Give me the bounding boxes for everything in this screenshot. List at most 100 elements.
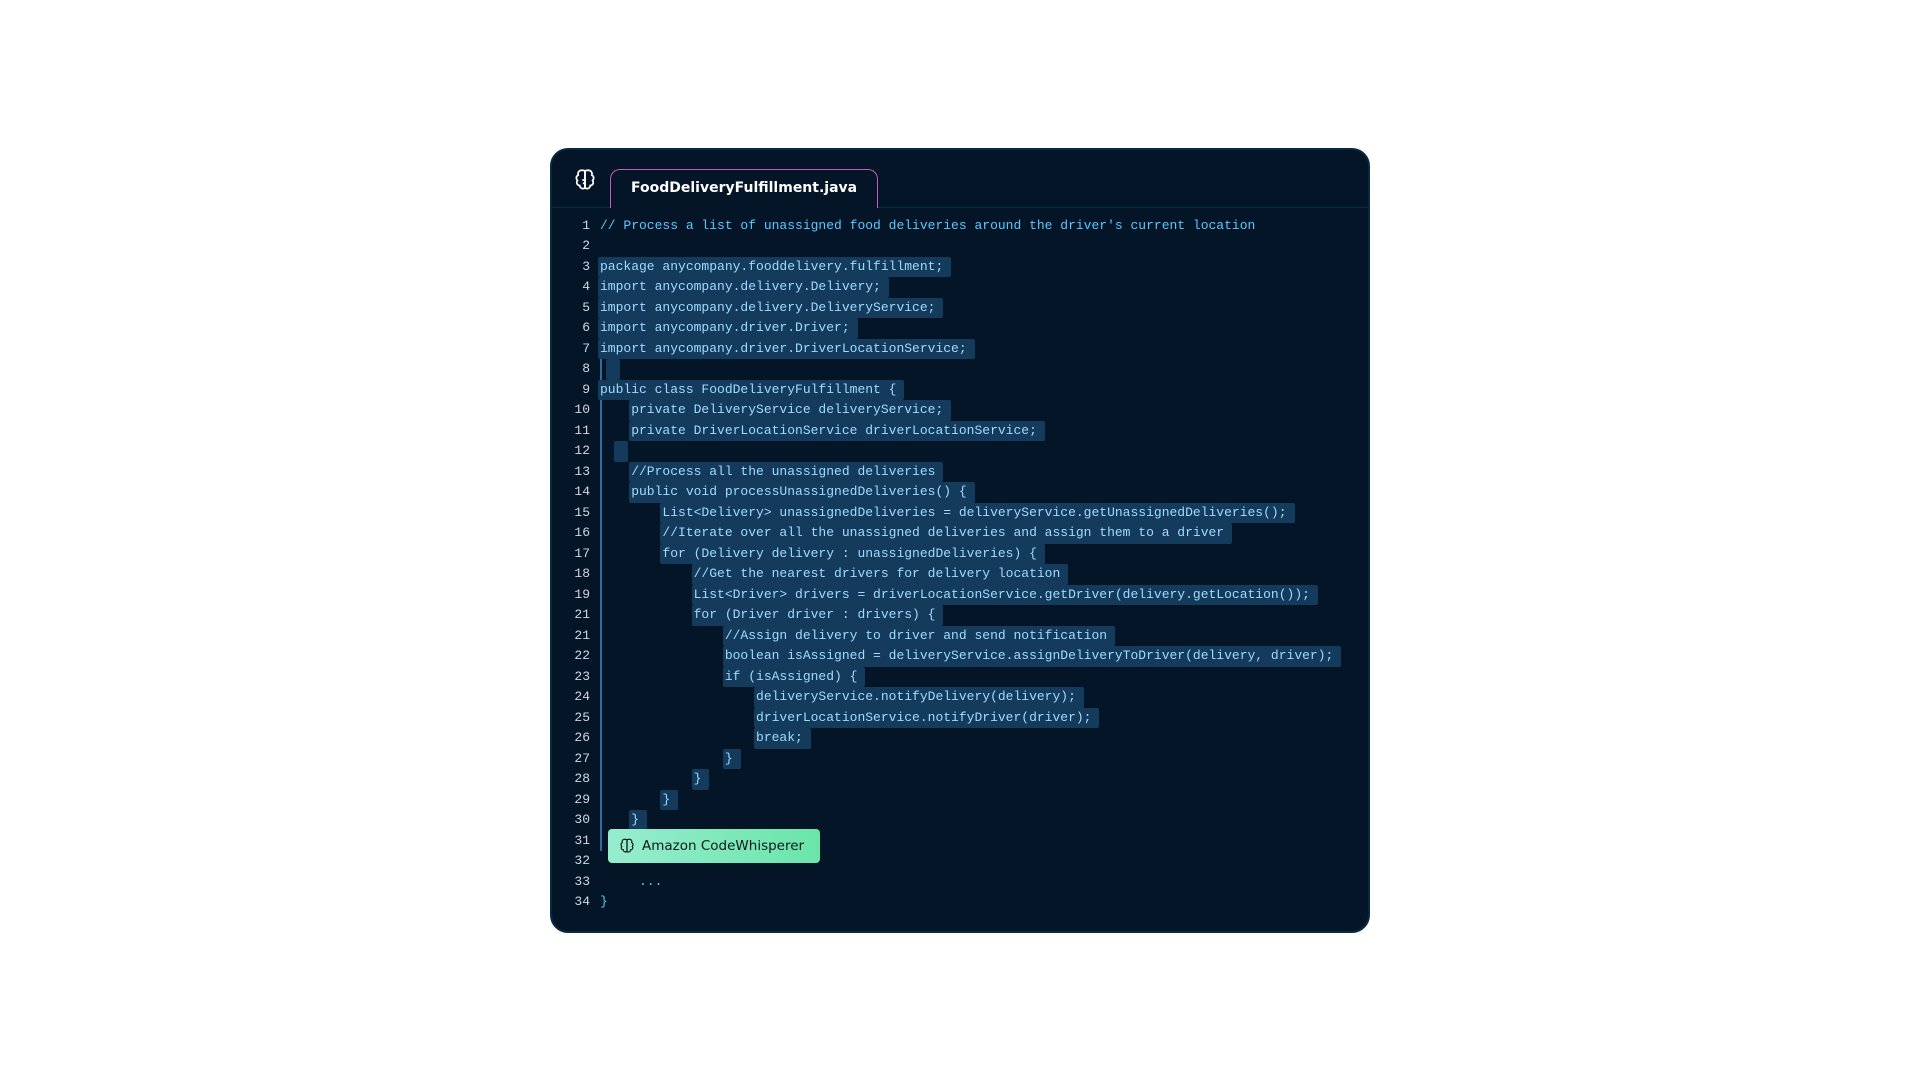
code-line: public void processUnassignedDeliveries(… — [600, 482, 1354, 503]
code-line: public class FoodDeliveryFulfillment { — [600, 380, 1354, 401]
brain-icon — [572, 167, 598, 193]
titlebar: FoodDeliveryFulfillment.java — [552, 150, 1368, 208]
code-text: deliveryService.notifyDelivery(delivery)… — [600, 689, 1076, 704]
line-number: 26 — [552, 728, 590, 749]
code-text: boolean isAssigned = deliveryService.ass… — [600, 648, 1333, 663]
code-line: boolean isAssigned = deliveryService.ass… — [600, 646, 1354, 667]
code-line: //Assign delivery to driver and send not… — [600, 626, 1354, 647]
line-number: 1 — [552, 216, 590, 237]
code-text: //Assign delivery to driver and send not… — [600, 628, 1107, 643]
line-number: 13 — [552, 462, 590, 483]
code-line: } — [600, 892, 1354, 913]
code-text: driverLocationService.notifyDriver(drive… — [600, 710, 1091, 725]
badge-label: Amazon CodeWhisperer — [642, 836, 804, 857]
line-number: 5 — [552, 298, 590, 319]
code-text — [600, 443, 616, 458]
line-number: 21 — [552, 626, 590, 647]
line-number: 2 — [552, 236, 590, 257]
line-number: 11 — [552, 421, 590, 442]
code-text: if (isAssigned) { — [600, 669, 857, 684]
code-line: //Iterate over all the unassigned delive… — [600, 523, 1354, 544]
code-line: import anycompany.delivery.DeliveryServi… — [600, 298, 1354, 319]
codewhisperer-badge[interactable]: Amazon CodeWhisperer — [608, 829, 820, 864]
code-line: List<Driver> drivers = driverLocationSer… — [600, 585, 1354, 606]
code-text: private DriverLocationService driverLoca… — [600, 423, 1037, 438]
brain-icon — [618, 837, 636, 855]
code-text: for (Driver driver : drivers) { — [600, 607, 935, 622]
line-number: 16 — [552, 523, 590, 544]
line-number: 3 — [552, 257, 590, 278]
line-number: 7 — [552, 339, 590, 360]
code-line: } — [600, 790, 1354, 811]
line-number: 9 — [552, 380, 590, 401]
line-number: 22 — [552, 646, 590, 667]
line-number: 24 — [552, 687, 590, 708]
line-number: 12 — [552, 441, 590, 462]
editor-window: FoodDeliveryFulfillment.java 12345678910… — [550, 148, 1370, 933]
code-text: public class FoodDeliveryFulfillment { — [600, 382, 896, 397]
line-number: 15 — [552, 503, 590, 524]
line-number: 23 — [552, 667, 590, 688]
code-text: import anycompany.driver.Driver; — [600, 320, 850, 335]
code-line: for (Driver driver : drivers) { — [600, 605, 1354, 626]
code-line: break; — [600, 728, 1354, 749]
code-area[interactable]: 1234567891011121314151617181921212223242… — [552, 208, 1368, 931]
code-line — [600, 441, 1354, 462]
code-line: List<Delivery> unassignedDeliveries = de… — [600, 503, 1354, 524]
line-number: 33 — [552, 872, 590, 893]
code-line: if (isAssigned) { — [600, 667, 1354, 688]
code-line: } — [600, 810, 1354, 831]
code-text: List<Driver> drivers = driverLocationSer… — [600, 587, 1310, 602]
code-text: } — [600, 751, 733, 766]
line-number: 25 — [552, 708, 590, 729]
code-text — [600, 361, 608, 376]
code-text: import anycompany.delivery.Delivery; — [600, 279, 881, 294]
line-number: 30 — [552, 810, 590, 831]
line-number: 29 — [552, 790, 590, 811]
line-number: 32 — [552, 851, 590, 872]
file-tab[interactable]: FoodDeliveryFulfillment.java — [610, 169, 878, 208]
line-number: 21 — [552, 605, 590, 626]
code-text: //Get the nearest drivers for delivery l… — [600, 566, 1060, 581]
code-line: for (Delivery delivery : unassignedDeliv… — [600, 544, 1354, 565]
code-text: // Process a list of unassigned food del… — [600, 218, 1255, 233]
line-number: 28 — [552, 769, 590, 790]
code-text: for (Delivery delivery : unassignedDeliv… — [600, 546, 1037, 561]
code-line: import anycompany.driver.Driver; — [600, 318, 1354, 339]
code-line: driverLocationService.notifyDriver(drive… — [600, 708, 1354, 729]
code-text: public void processUnassignedDeliveries(… — [600, 484, 967, 499]
code-line — [600, 359, 1354, 380]
gutter: 1234567891011121314151617181921212223242… — [552, 216, 600, 913]
code-line: // Process a list of unassigned food del… — [600, 216, 1354, 237]
code-line: import anycompany.delivery.Delivery; — [600, 277, 1354, 298]
line-number: 10 — [552, 400, 590, 421]
code-line: //Get the nearest drivers for delivery l… — [600, 564, 1354, 585]
code-text: import anycompany.driver.DriverLocationS… — [600, 341, 967, 356]
line-number: 18 — [552, 564, 590, 585]
code-line: ... — [600, 872, 1354, 893]
code-text: break; — [600, 730, 803, 745]
code-line: private DeliveryService deliveryService; — [600, 400, 1354, 421]
code-text: } — [600, 894, 608, 909]
code-text: //Process all the unassigned deliveries — [600, 464, 935, 479]
line-number: 8 — [552, 359, 590, 380]
code-line: } — [600, 769, 1354, 790]
line-number: 4 — [552, 277, 590, 298]
code-text: } — [600, 771, 701, 786]
file-tab-label: FoodDeliveryFulfillment.java — [631, 180, 857, 196]
code-line: private DriverLocationService driverLoca… — [600, 421, 1354, 442]
code-text: } — [600, 812, 639, 827]
code-line: package anycompany.fooddelivery.fulfillm… — [600, 257, 1354, 278]
code-text: //Iterate over all the unassigned delive… — [600, 525, 1224, 540]
code-text: List<Delivery> unassignedDeliveries = de… — [600, 505, 1287, 520]
code-line: } — [600, 749, 1354, 770]
code-line: //Process all the unassigned deliveries — [600, 462, 1354, 483]
code-text: import anycompany.delivery.DeliveryServi… — [600, 300, 935, 315]
line-number: 31 — [552, 831, 590, 852]
line-number: 34 — [552, 892, 590, 913]
code-line — [600, 236, 1354, 257]
code-text: private DeliveryService deliveryService; — [600, 402, 943, 417]
code-line: import anycompany.driver.DriverLocationS… — [600, 339, 1354, 360]
line-number: 19 — [552, 585, 590, 606]
code-lines[interactable]: // Process a list of unassigned food del… — [600, 216, 1354, 913]
